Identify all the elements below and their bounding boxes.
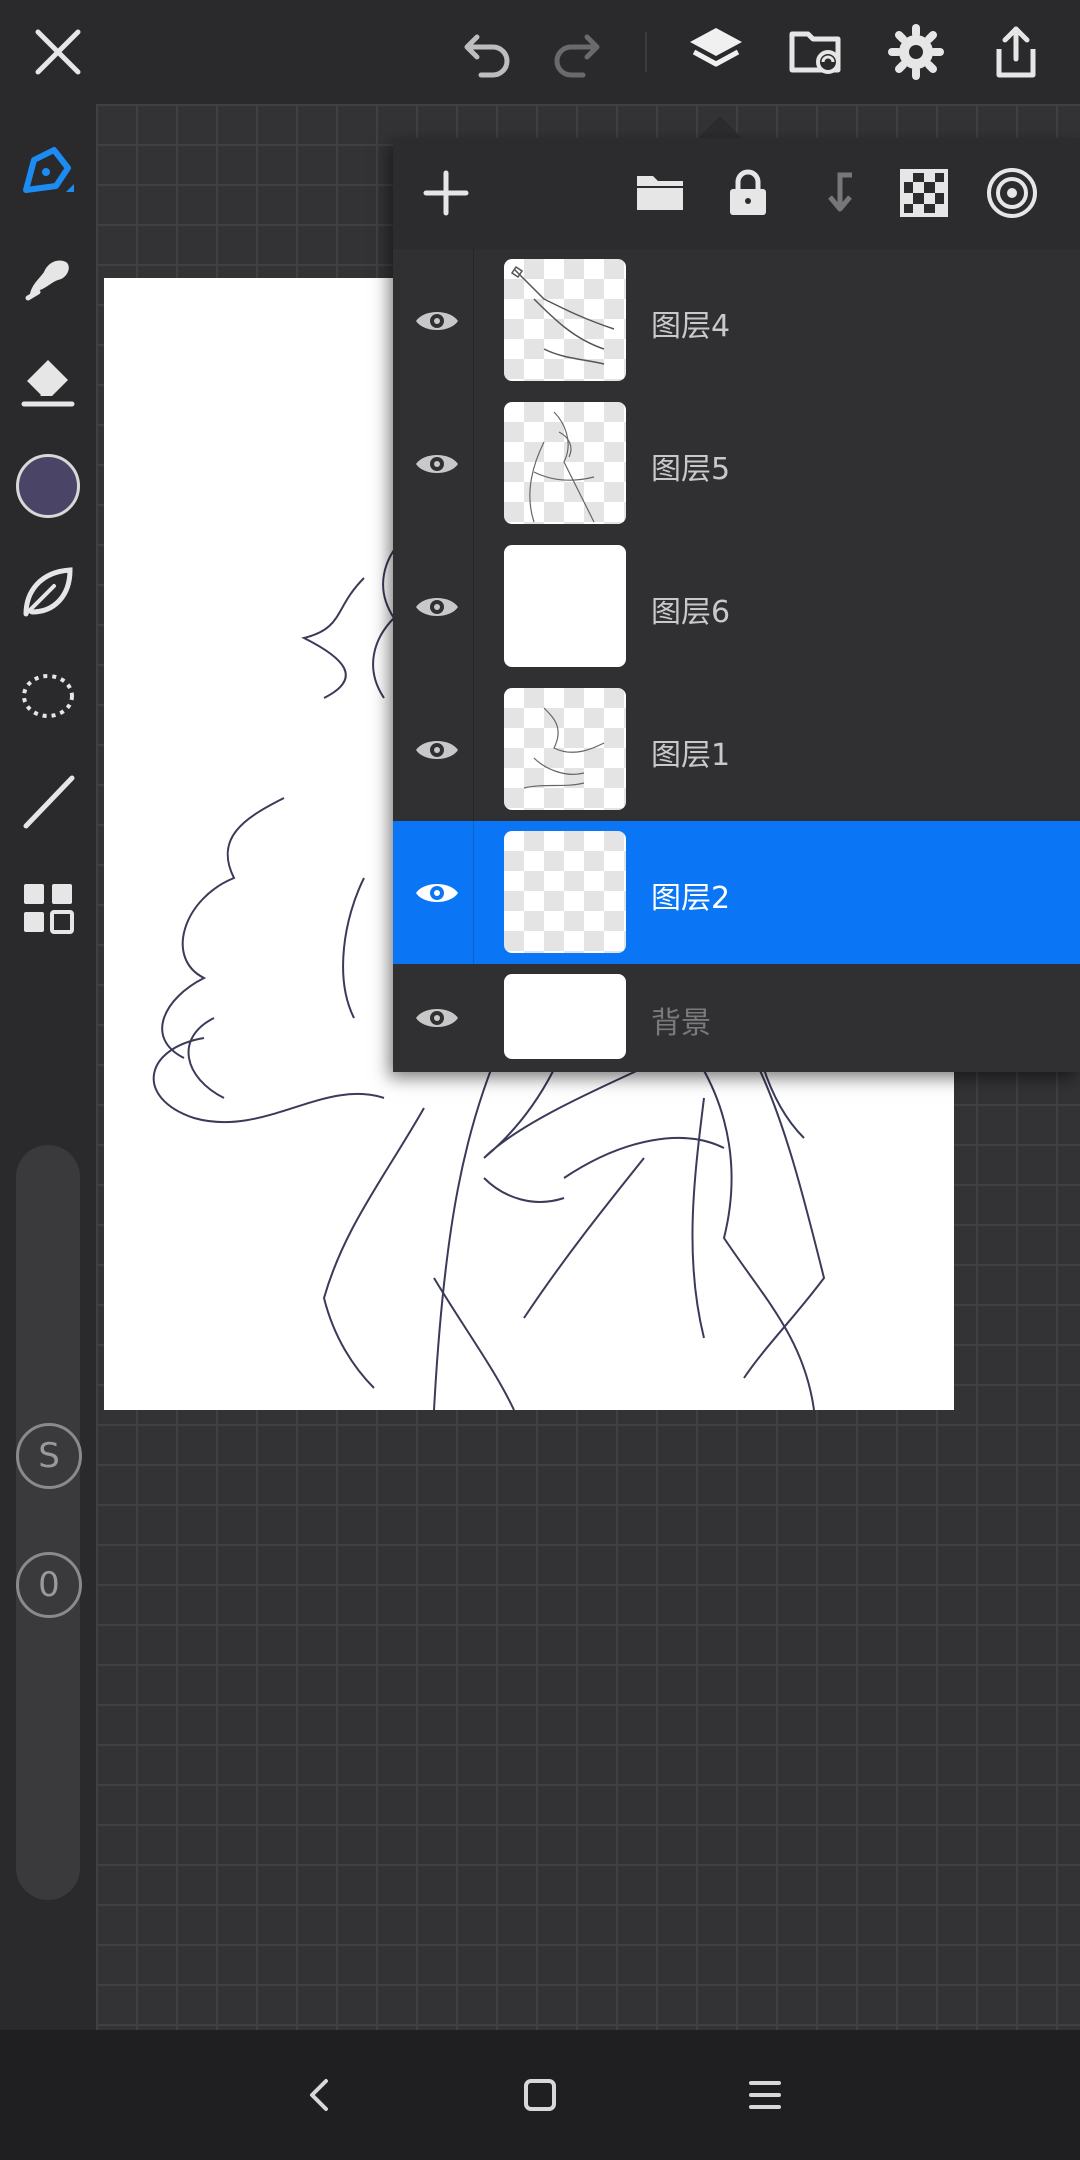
layer-thumbnail bbox=[504, 688, 626, 810]
layers-icon[interactable] bbox=[682, 18, 750, 86]
blend-mode-icon[interactable] bbox=[977, 138, 1047, 248]
grid-menu-icon[interactable] bbox=[10, 870, 86, 946]
smudge-tool-icon[interactable] bbox=[10, 240, 86, 316]
eye-icon[interactable] bbox=[407, 964, 467, 1072]
layer-row[interactable]: 背景 bbox=[393, 964, 1080, 1072]
redo-icon[interactable] bbox=[542, 18, 610, 86]
layer-thumbnail bbox=[504, 259, 626, 381]
layer-row[interactable]: 图层4 bbox=[393, 249, 1080, 393]
layer-name: 图层4 bbox=[651, 309, 731, 344]
line-tool-icon[interactable] bbox=[10, 764, 86, 840]
home-icon[interactable] bbox=[510, 2065, 570, 2125]
row-divider bbox=[473, 678, 474, 821]
blend-tool-icon[interactable] bbox=[10, 554, 86, 630]
layer-thumbnail bbox=[504, 545, 626, 667]
row-divider bbox=[473, 821, 474, 964]
layer-name: 图层6 bbox=[651, 595, 731, 630]
system-nav-bar bbox=[0, 2030, 1080, 2160]
eye-icon[interactable] bbox=[407, 392, 467, 535]
lasso-tool-icon[interactable] bbox=[10, 658, 86, 734]
color-picker-swatch[interactable] bbox=[10, 448, 86, 524]
layer-thumbnail bbox=[504, 831, 626, 953]
menu-icon[interactable] bbox=[735, 2065, 795, 2125]
row-divider bbox=[473, 249, 474, 392]
lock-icon[interactable] bbox=[713, 138, 783, 248]
toolbar-divider bbox=[645, 32, 647, 72]
back-icon[interactable] bbox=[290, 2065, 350, 2125]
gear-icon[interactable] bbox=[882, 18, 950, 86]
eraser-tool-icon[interactable] bbox=[10, 344, 86, 420]
layers-panel: 图层4 图层5 图层6 图层1 图层2 背景 bbox=[393, 138, 1080, 1072]
eye-icon[interactable] bbox=[407, 678, 467, 821]
pen-tool-icon[interactable] bbox=[10, 134, 86, 210]
undo-icon[interactable] bbox=[454, 18, 522, 86]
eye-icon[interactable] bbox=[407, 249, 467, 392]
layer-name: 背景 bbox=[651, 1006, 711, 1041]
eye-icon[interactable] bbox=[407, 821, 467, 964]
panel-pointer bbox=[698, 116, 742, 138]
layer-name: 图层2 bbox=[651, 881, 731, 916]
layer-thumbnail bbox=[504, 402, 626, 524]
row-divider bbox=[473, 535, 474, 678]
eye-icon[interactable] bbox=[407, 535, 467, 678]
row-divider bbox=[473, 392, 474, 535]
folder-icon[interactable] bbox=[625, 138, 695, 248]
top-toolbar bbox=[0, 0, 1080, 104]
folder-sync-icon[interactable] bbox=[782, 18, 850, 86]
layer-row-selected[interactable]: 图层2 bbox=[393, 821, 1080, 965]
merge-down-icon[interactable] bbox=[801, 138, 871, 248]
add-layer-icon[interactable] bbox=[411, 138, 481, 248]
layer-row[interactable]: 图层6 bbox=[393, 535, 1080, 679]
share-icon[interactable] bbox=[982, 18, 1050, 86]
layer-name: 图层5 bbox=[651, 452, 731, 487]
opacity-button[interactable]: 0 bbox=[16, 1552, 82, 1618]
transparency-icon[interactable] bbox=[889, 138, 959, 248]
layer-row[interactable]: 图层1 bbox=[393, 678, 1080, 822]
brush-size-button[interactable]: S bbox=[16, 1423, 82, 1489]
brush-size-slider[interactable] bbox=[16, 1145, 80, 1900]
layer-name: 图层1 bbox=[651, 738, 731, 773]
layer-row[interactable]: 图层5 bbox=[393, 392, 1080, 536]
layer-thumbnail bbox=[504, 974, 626, 1059]
close-icon[interactable] bbox=[24, 18, 92, 86]
